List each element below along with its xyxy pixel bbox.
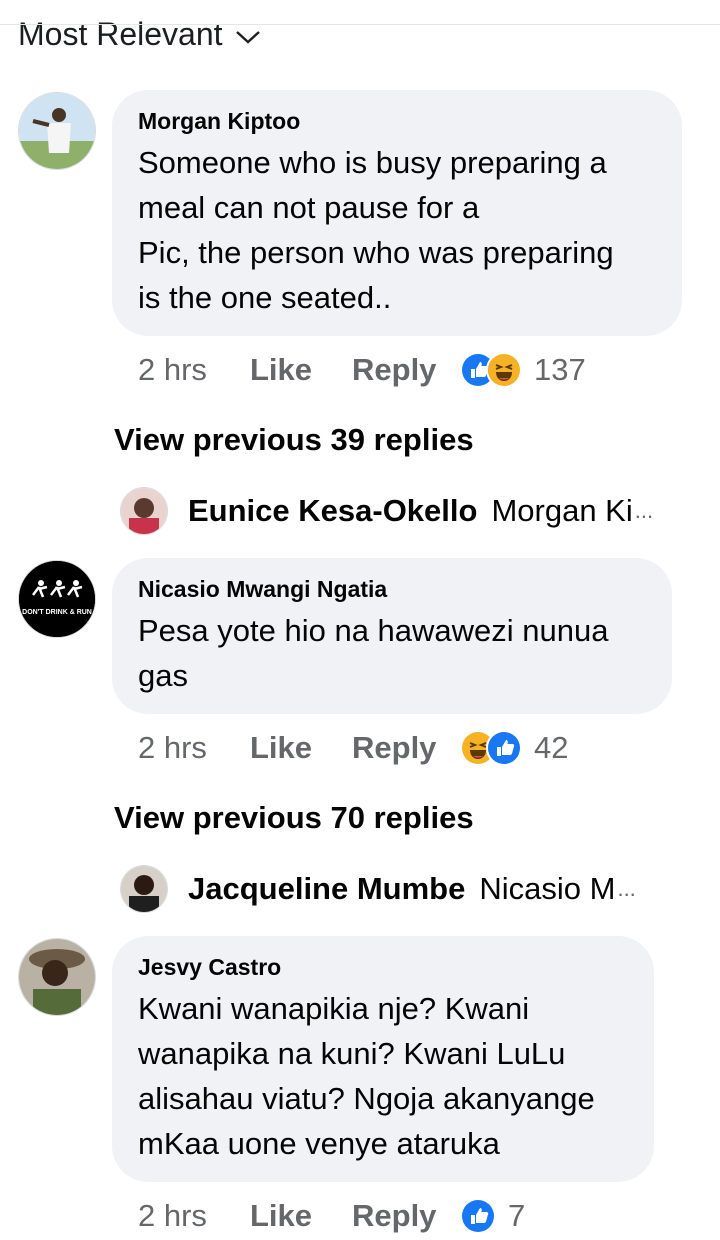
like-button[interactable]: Like <box>250 352 352 388</box>
reactions-summary[interactable] <box>460 1198 496 1234</box>
comment-bubble[interactable]: Jesvy Castro Kwani wanapikia nje? Kwani … <box>112 936 654 1182</box>
latest-reply-preview[interactable]: Eunice Kesa-Okello Morgan Ki ... <box>120 486 653 536</box>
avatar-text: DON'T DRINK & RUN <box>22 609 92 616</box>
comment-text: Pesa yote hio na hawawezi nunua gas <box>138 613 609 693</box>
reaction-count[interactable]: 42 <box>534 730 568 766</box>
sort-dropdown[interactable]: Most Relevant <box>18 14 261 54</box>
reactions-summary[interactable] <box>460 352 522 388</box>
comment-author[interactable]: Morgan Kiptoo <box>138 106 654 136</box>
like-reaction-icon <box>460 1198 496 1234</box>
reply-author[interactable]: Jacqueline Mumbe <box>188 871 465 907</box>
avatar[interactable]: DON'T DRINK & RUN <box>18 560 96 638</box>
reactions-summary[interactable] <box>460 730 522 766</box>
comment-actions: 2 hrs Like Reply 7 <box>138 1196 525 1236</box>
avatar[interactable] <box>120 865 168 913</box>
ellipsis: ... <box>634 498 654 523</box>
comment-bubble[interactable]: Nicasio Mwangi Ngatia Pesa yote hio na h… <box>112 558 672 714</box>
comment-timestamp[interactable]: 2 hrs <box>138 352 250 388</box>
avatar[interactable] <box>120 487 168 535</box>
like-reaction-icon <box>486 730 522 766</box>
comment-timestamp[interactable]: 2 hrs <box>138 730 250 766</box>
comment-timestamp[interactable]: 2 hrs <box>138 1198 250 1234</box>
reply-button[interactable]: Reply <box>352 352 460 388</box>
reply-button[interactable]: Reply <box>352 730 460 766</box>
reply-text-preview: Nicasio M <box>479 871 616 906</box>
comment-actions: 2 hrs Like Reply 42 <box>138 728 568 768</box>
reply-author[interactable]: Eunice Kesa-Okello <box>188 493 477 529</box>
reply-text-preview: Morgan Ki <box>491 493 633 528</box>
avatar[interactable] <box>18 92 96 170</box>
like-button[interactable]: Like <box>250 730 352 766</box>
ellipsis: ... <box>617 876 636 901</box>
comment-text: Kwani wanapikia nje? Kwani wanapika na k… <box>138 991 595 1161</box>
comment-text: Someone who is busy preparing a meal can… <box>138 145 614 315</box>
avatar[interactable] <box>18 938 96 1016</box>
view-previous-replies-link[interactable]: View previous 39 replies <box>114 418 474 462</box>
reaction-count[interactable]: 7 <box>508 1198 525 1234</box>
like-button[interactable]: Like <box>250 1198 352 1234</box>
reply-button[interactable]: Reply <box>352 1198 460 1234</box>
view-previous-replies-link[interactable]: View previous 70 replies <box>114 796 474 840</box>
latest-reply-preview[interactable]: Jacqueline Mumbe Nicasio M ... <box>120 864 636 914</box>
sort-label: Most Relevant <box>18 15 223 52</box>
haha-reaction-icon <box>486 352 522 388</box>
comment-bubble[interactable]: Morgan Kiptoo Someone who is busy prepar… <box>112 90 682 336</box>
comment-author[interactable]: Jesvy Castro <box>138 952 626 982</box>
comment-author[interactable]: Nicasio Mwangi Ngatia <box>138 574 644 604</box>
comment-actions: 2 hrs Like Reply 137 <box>138 350 586 390</box>
reaction-count[interactable]: 137 <box>534 352 586 388</box>
divider <box>0 24 720 25</box>
chevron-down-icon <box>235 16 261 53</box>
